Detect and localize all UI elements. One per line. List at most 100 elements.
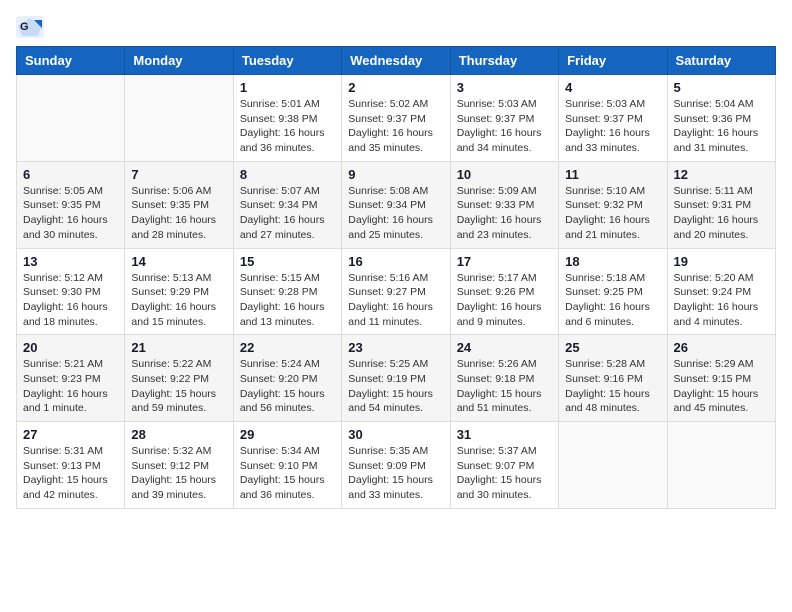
day-number: 3 — [457, 80, 552, 95]
day-number: 30 — [348, 427, 443, 442]
day-number: 4 — [565, 80, 660, 95]
calendar-cell — [17, 75, 125, 162]
day-number: 25 — [565, 340, 660, 355]
day-detail: Sunrise: 5:17 AM Sunset: 9:26 PM Dayligh… — [457, 271, 552, 330]
day-detail: Sunrise: 5:18 AM Sunset: 9:25 PM Dayligh… — [565, 271, 660, 330]
calendar-cell: 2 Sunrise: 5:02 AM Sunset: 9:37 PM Daylig… — [342, 75, 450, 162]
day-number: 21 — [131, 340, 226, 355]
day-number: 9 — [348, 167, 443, 182]
calendar-cell: 11Sunrise: 5:10 AM Sunset: 9:32 PM Dayli… — [559, 161, 667, 248]
calendar-week-row: 13Sunrise: 5:12 AM Sunset: 9:30 PM Dayli… — [17, 248, 776, 335]
day-number: 17 — [457, 254, 552, 269]
day-number: 22 — [240, 340, 335, 355]
calendar-cell: 26Sunrise: 5:29 AM Sunset: 9:15 PM Dayli… — [667, 335, 775, 422]
day-detail: Sunrise: 5:02 AM Sunset: 9:37 PM Dayligh… — [348, 97, 443, 156]
day-number: 20 — [23, 340, 118, 355]
day-number: 15 — [240, 254, 335, 269]
day-detail: Sunrise: 5:03 AM Sunset: 9:37 PM Dayligh… — [565, 97, 660, 156]
calendar-week-row: 1Sunrise: 5:01 AM Sunset: 9:38 PM Daylig… — [17, 75, 776, 162]
day-number: 19 — [674, 254, 769, 269]
weekday-header: Sunday — [17, 47, 125, 75]
day-detail: Sunrise: 5:21 AM Sunset: 9:23 PM Dayligh… — [23, 357, 118, 416]
calendar-cell: 12 Sunrise: 5:11 AM Sunset: 9:31 PM Dayli… — [667, 161, 775, 248]
calendar-cell — [667, 422, 775, 509]
day-detail: Sunrise: 5:29 AM Sunset: 9:15 PM Dayligh… — [674, 357, 769, 416]
day-detail: Sunrise: 5:34 AM Sunset: 9:10 PM Dayligh… — [240, 444, 335, 503]
day-number: 5 — [674, 80, 769, 95]
day-detail: Sunrise: 5:06 AM Sunset: 9:35 PM Dayligh… — [131, 184, 226, 243]
weekday-header: Wednesday — [342, 47, 450, 75]
day-number: 13 — [23, 254, 118, 269]
calendar-cell: 13Sunrise: 5:12 AM Sunset: 9:30 PM Dayli… — [17, 248, 125, 335]
calendar-week-row: 6Sunrise: 5:05 AM Sunset: 9:35 PM Daylig… — [17, 161, 776, 248]
day-number: 29 — [240, 427, 335, 442]
calendar-cell: 14Sunrise: 5:13 AM Sunset: 9:29 PM Dayli… — [125, 248, 233, 335]
day-detail: Sunrise: 5:07 AM Sunset: 9:34 PM Dayligh… — [240, 184, 335, 243]
weekday-header: Tuesday — [233, 47, 341, 75]
day-detail: Sunrise: 5:35 AM Sunset: 9:09 PM Dayligh… — [348, 444, 443, 503]
calendar-week-row: 27 Sunrise: 5:31 AM Sunset: 9:13 PM Dayli… — [17, 422, 776, 509]
calendar-cell: 29 Sunrise: 5:34 AM Sunset: 9:10 PM Dayli… — [233, 422, 341, 509]
day-detail: Sunrise: 5:09 AM Sunset: 9:33 PM Dayligh… — [457, 184, 552, 243]
weekday-header: Friday — [559, 47, 667, 75]
day-number: 10 — [457, 167, 552, 182]
calendar-table: SundayMondayTuesdayWednesdayThursdayFrid… — [16, 46, 776, 509]
calendar-cell: 10 Sunrise: 5:09 AM Sunset: 9:33 PM Dayli… — [450, 161, 558, 248]
day-number: 8 — [240, 167, 335, 182]
day-number: 16 — [348, 254, 443, 269]
day-number: 24 — [457, 340, 552, 355]
day-detail: Sunrise: 5:25 AM Sunset: 9:19 PM Dayligh… — [348, 357, 443, 416]
calendar-cell: 6Sunrise: 5:05 AM Sunset: 9:35 PM Daylig… — [17, 161, 125, 248]
calendar-cell: 27 Sunrise: 5:31 AM Sunset: 9:13 PM Dayli… — [17, 422, 125, 509]
day-number: 28 — [131, 427, 226, 442]
day-detail: Sunrise: 5:11 AM Sunset: 9:31 PM Dayligh… — [674, 184, 769, 243]
calendar-cell — [559, 422, 667, 509]
calendar-cell: 19 Sunrise: 5:20 AM Sunset: 9:24 PM Dayli… — [667, 248, 775, 335]
calendar-cell: 3Sunrise: 5:03 AM Sunset: 9:37 PM Daylig… — [450, 75, 558, 162]
day-detail: Sunrise: 5:16 AM Sunset: 9:27 PM Dayligh… — [348, 271, 443, 330]
day-number: 18 — [565, 254, 660, 269]
svg-text:G: G — [20, 21, 29, 33]
day-detail: Sunrise: 5:20 AM Sunset: 9:24 PM Dayligh… — [674, 271, 769, 330]
weekday-header: Saturday — [667, 47, 775, 75]
day-detail: Sunrise: 5:31 AM Sunset: 9:13 PM Dayligh… — [23, 444, 118, 503]
day-number: 27 — [23, 427, 118, 442]
calendar-cell: 31Sunrise: 5:37 AM Sunset: 9:07 PM Dayli… — [450, 422, 558, 509]
calendar-cell: 25 Sunrise: 5:28 AM Sunset: 9:16 PM Dayli… — [559, 335, 667, 422]
calendar-cell: 20 Sunrise: 5:21 AM Sunset: 9:23 PM Dayli… — [17, 335, 125, 422]
logo-icon: G — [16, 16, 44, 38]
day-detail: Sunrise: 5:24 AM Sunset: 9:20 PM Dayligh… — [240, 357, 335, 416]
logo: G — [16, 16, 48, 38]
day-number: 2 — [348, 80, 443, 95]
calendar-cell: 4 Sunrise: 5:03 AM Sunset: 9:37 PM Daylig… — [559, 75, 667, 162]
calendar-cell: 15 Sunrise: 5:15 AM Sunset: 9:28 PM Dayli… — [233, 248, 341, 335]
calendar-cell: 21 Sunrise: 5:22 AM Sunset: 9:22 PM Dayli… — [125, 335, 233, 422]
day-number: 7 — [131, 167, 226, 182]
day-detail: Sunrise: 5:28 AM Sunset: 9:16 PM Dayligh… — [565, 357, 660, 416]
day-detail: Sunrise: 5:08 AM Sunset: 9:34 PM Dayligh… — [348, 184, 443, 243]
calendar-cell: 30 Sunrise: 5:35 AM Sunset: 9:09 PM Dayli… — [342, 422, 450, 509]
day-number: 23 — [348, 340, 443, 355]
calendar-cell — [125, 75, 233, 162]
calendar-cell: 17 Sunrise: 5:17 AM Sunset: 9:26 PM Dayli… — [450, 248, 558, 335]
calendar-week-row: 20 Sunrise: 5:21 AM Sunset: 9:23 PM Dayli… — [17, 335, 776, 422]
day-detail: Sunrise: 5:15 AM Sunset: 9:28 PM Dayligh… — [240, 271, 335, 330]
calendar-cell: 23 Sunrise: 5:25 AM Sunset: 9:19 PM Dayli… — [342, 335, 450, 422]
day-number: 31 — [457, 427, 552, 442]
weekday-header: Monday — [125, 47, 233, 75]
day-detail: Sunrise: 5:22 AM Sunset: 9:22 PM Dayligh… — [131, 357, 226, 416]
calendar-cell: 5 Sunrise: 5:04 AM Sunset: 9:36 PM Daylig… — [667, 75, 775, 162]
calendar-cell: 1Sunrise: 5:01 AM Sunset: 9:38 PM Daylig… — [233, 75, 341, 162]
day-detail: Sunrise: 5:01 AM Sunset: 9:38 PM Dayligh… — [240, 97, 335, 156]
day-number: 14 — [131, 254, 226, 269]
calendar-cell: 24 Sunrise: 5:26 AM Sunset: 9:18 PM Dayli… — [450, 335, 558, 422]
weekday-header-row: SundayMondayTuesdayWednesdayThursdayFrid… — [17, 47, 776, 75]
day-number: 12 — [674, 167, 769, 182]
day-detail: Sunrise: 5:32 AM Sunset: 9:12 PM Dayligh… — [131, 444, 226, 503]
day-detail: Sunrise: 5:04 AM Sunset: 9:36 PM Dayligh… — [674, 97, 769, 156]
day-detail: Sunrise: 5:05 AM Sunset: 9:35 PM Dayligh… — [23, 184, 118, 243]
day-number: 11 — [565, 167, 660, 182]
day-detail: Sunrise: 5:26 AM Sunset: 9:18 PM Dayligh… — [457, 357, 552, 416]
calendar-cell: 18 Sunrise: 5:18 AM Sunset: 9:25 PM Dayli… — [559, 248, 667, 335]
calendar-cell: 7 Sunrise: 5:06 AM Sunset: 9:35 PM Daylig… — [125, 161, 233, 248]
